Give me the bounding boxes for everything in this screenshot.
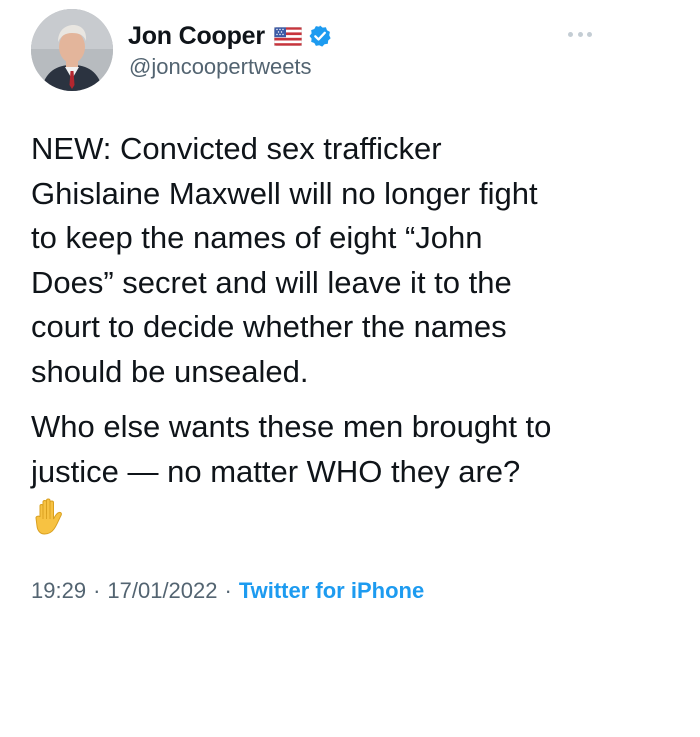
more-dot	[568, 31, 573, 37]
meta-separator: ·	[93, 578, 101, 603]
tweet-time[interactable]: 19:29	[31, 578, 86, 604]
meta-separator: ·	[224, 578, 232, 603]
tweet-metadata: 19:29 · 17/01/2022 · Twitter for iPhone	[31, 578, 424, 604]
more-dot	[577, 31, 583, 37]
avatar-photo	[31, 9, 113, 91]
tweet-source-link[interactable]: Twitter for iPhone	[239, 578, 424, 604]
raised-hand-icon	[31, 497, 67, 537]
author-handle[interactable]: @joncoopertweets	[129, 54, 312, 80]
verified-badge-icon	[308, 24, 332, 48]
tweet-date[interactable]: 17/01/2022	[107, 578, 217, 604]
more-dot	[587, 31, 592, 37]
display-name[interactable]: Jon Cooper	[128, 22, 265, 51]
tweet-card: Jon Cooper @joncoopertweets NEW: Convict…	[0, 0, 700, 737]
more-options-icon[interactable]	[568, 22, 592, 46]
author-name-row[interactable]: Jon Cooper	[128, 19, 332, 53]
tweet-text-paragraph: NEW: Convicted sex trafficker Ghislaine …	[31, 131, 538, 389]
us-flag-icon	[273, 26, 303, 46]
avatar[interactable]	[31, 9, 113, 91]
tweet-text-paragraph: Who else wants these men brought to just…	[31, 409, 552, 489]
